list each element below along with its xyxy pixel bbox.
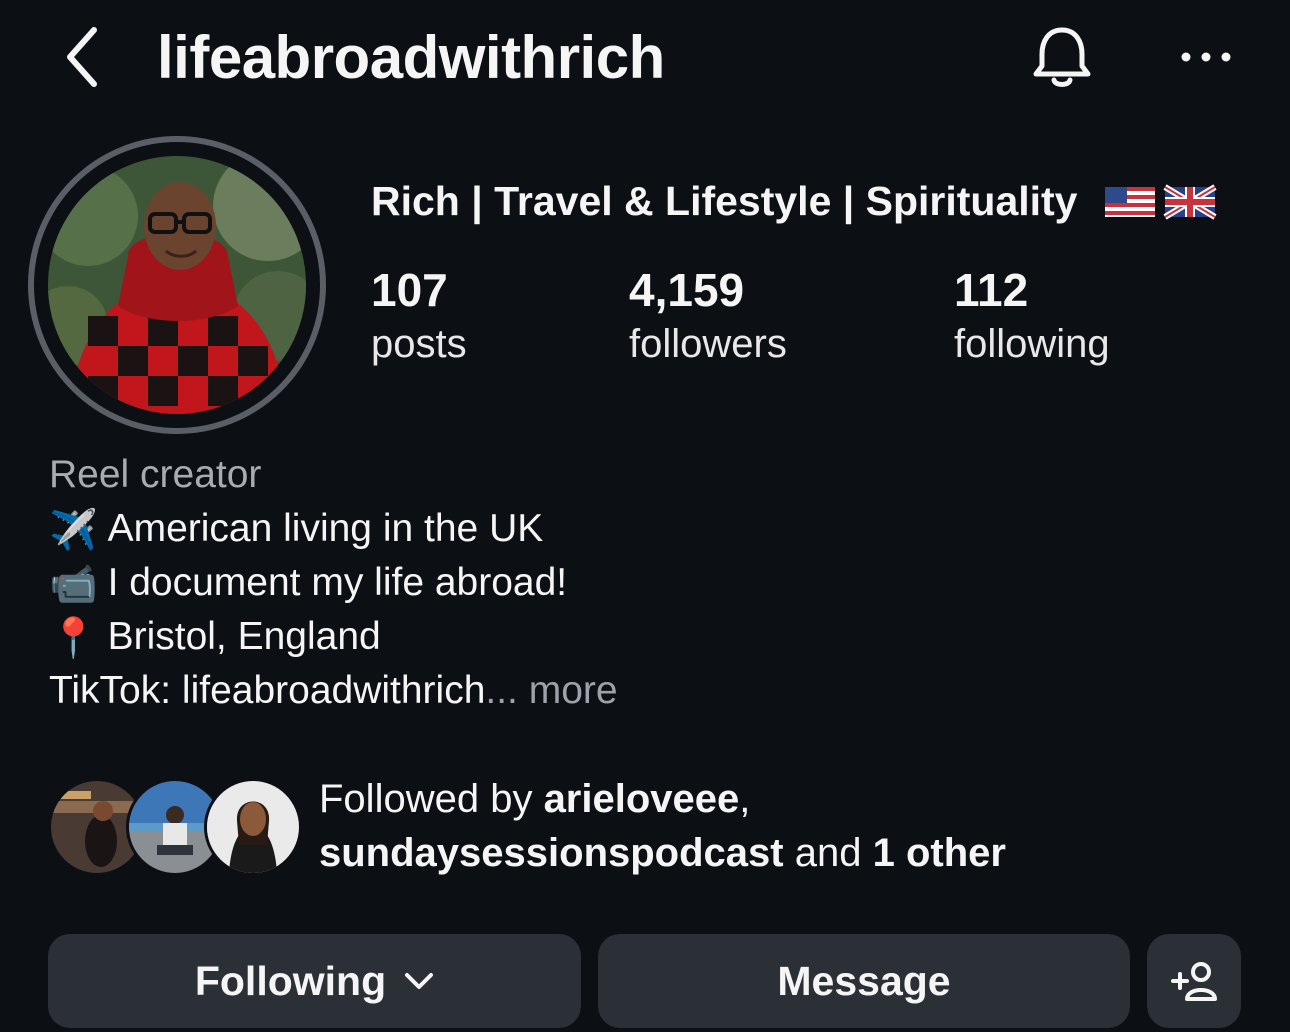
bio-line-2-text: I document my life abroad! [107,561,568,604]
following-count: 112 [954,264,1029,316]
video-camera-icon: 📹 [49,562,98,606]
following-stat[interactable]: 112 following [954,262,1110,370]
bio-ellipsis: ... [485,669,518,712]
bio-line-3-text: Bristol, England [107,615,381,658]
bio-more-link[interactable]: more [529,669,618,712]
bio-line-2: 📹 I document my life abroad! [49,556,1199,610]
mutual-avatar-3 [204,778,302,876]
posts-count: 107 [371,264,448,316]
bio-line-1: ✈️ American living in the UK [49,502,1199,556]
followers-label: followers [629,322,787,366]
posts-stat: 107 posts [371,262,467,370]
profile-bio: Reel creator ✈️ American living in the UK… [49,448,1199,718]
bio-line-1-text: American living in the UK [107,507,544,550]
chevron-down-icon [405,973,434,989]
mutual-others: 1 other [872,831,1006,875]
airplane-icon: ✈️ [49,508,98,552]
posts-label: posts [371,322,467,366]
pin-icon: 📍 [49,616,98,660]
following-button-label: Following [194,957,387,1004]
message-button[interactable]: Message [598,934,1130,1028]
bio-tiktok-text: TikTok: lifeabroadwithrich [49,669,486,712]
bio-line-3: 📍 Bristol, England [49,610,1199,664]
mutual-user-2: sundaysessionspodcast [319,831,784,875]
more-horizontal-icon[interactable] [1176,40,1236,74]
add-user-button[interactable] [1147,934,1241,1028]
profile-display-name: Rich | Travel & Lifestyle | Spirituality [371,178,1078,224]
followers-count: 4,159 [629,264,745,316]
mutual-user-1: arieloveee [543,777,740,821]
profile-avatar[interactable] [48,156,306,414]
chevron-left-icon[interactable] [58,22,108,92]
followed-by-prefix: Followed by [319,777,533,821]
flags-emoji [1105,184,1217,220]
followed-by-text[interactable]: Followed by arieloveee, sundaysessionspo… [319,772,1219,880]
add-user-icon [1171,962,1217,1001]
message-button-label: Message [777,957,951,1004]
followed-by-sep: , [739,777,751,821]
profile-username: lifeabroadwithrich [157,24,665,91]
bio-line-4: TikTok: lifeabroadwithrich... more [49,664,1199,718]
following-button[interactable]: Following [48,934,581,1028]
bell-icon[interactable] [1026,22,1098,94]
bio-category: Reel creator [49,453,262,496]
followers-stat[interactable]: 4,159 followers [629,262,787,370]
mutual-followers-avatars[interactable] [48,778,302,876]
us-flag-icon [1105,187,1155,217]
following-label: following [954,322,1110,366]
followed-by-and: and [794,831,862,875]
uk-flag-icon [1163,184,1217,220]
